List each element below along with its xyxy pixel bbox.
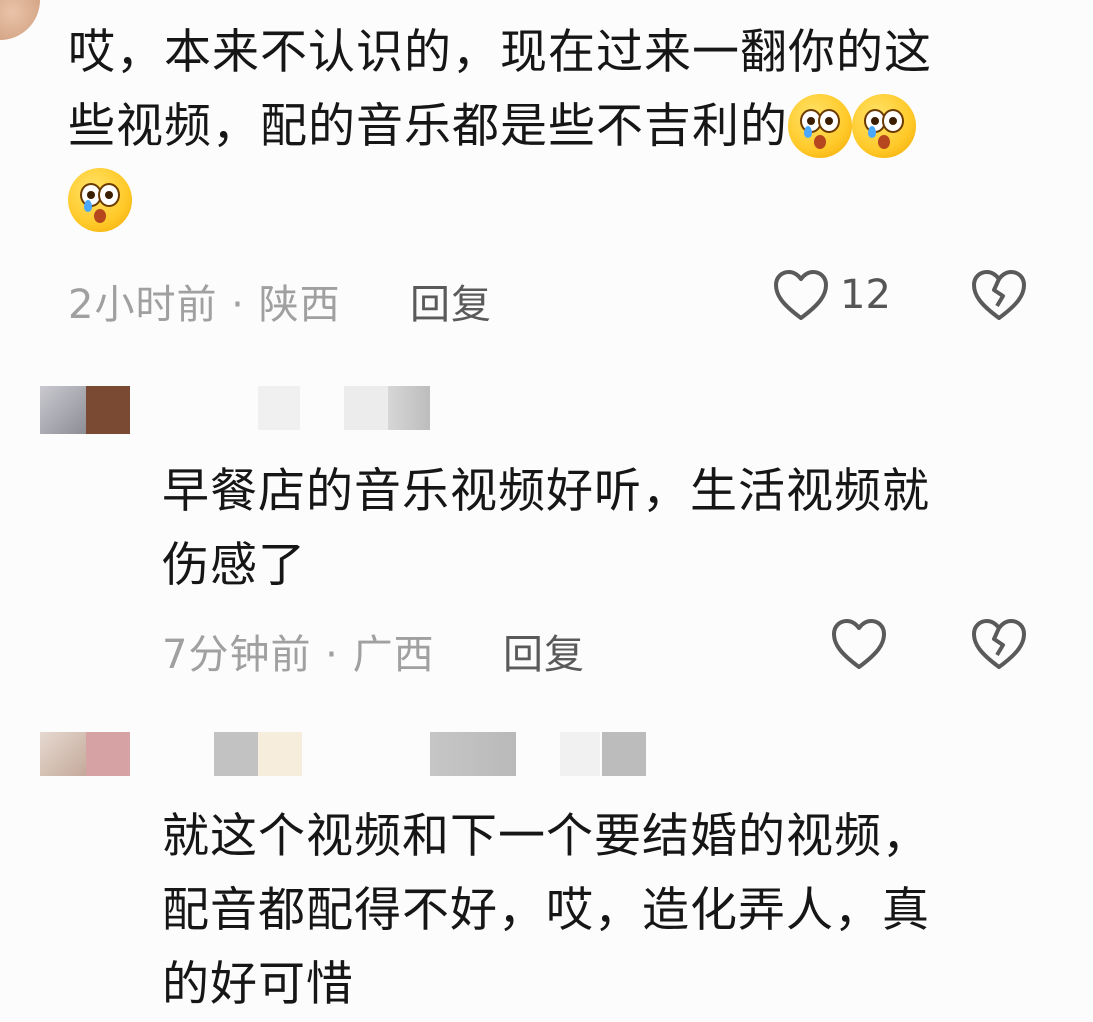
comment-line: 的好可惜 — [162, 957, 354, 1012]
comment-text: 哎，本来不认识的，现在过来一翻你的这 些视频，配的音乐都是些不吉利的 — [68, 16, 1028, 238]
location: 广西 — [352, 632, 435, 678]
username[interactable] — [258, 386, 430, 430]
comment-line: 伤感了 — [162, 538, 306, 593]
comment-text: 早餐店的音乐视频好听，生活视频就 伤感了 — [162, 455, 1042, 603]
heart-icon — [774, 270, 828, 320]
like-button[interactable] — [830, 617, 888, 673]
comment-line: 些视频，配的音乐都是些不吉利的 — [68, 90, 1028, 164]
like-count: 12 — [840, 272, 891, 318]
comment-line: 哎，本来不认识的，现在过来一翻你的这 — [68, 25, 932, 80]
avatar[interactable] — [40, 732, 130, 776]
comment-meta: 2小时前 · 陕西 — [68, 272, 341, 330]
avatar[interactable] — [40, 386, 130, 434]
comment-line: 早餐店的音乐视频好听，生活视频就 — [162, 464, 930, 519]
heart-icon — [832, 619, 886, 669]
username[interactable] — [214, 732, 646, 776]
broken-heart-icon — [972, 270, 1026, 320]
comment-line: 就这个视频和下一个要结婚的视频， — [162, 809, 930, 864]
cold-sweat-tear-emoji-icon — [852, 93, 916, 158]
timestamp: 7分钟前 — [162, 632, 312, 678]
avatar[interactable] — [0, 0, 40, 40]
cold-sweat-tear-emoji-icon — [788, 93, 852, 158]
comment-line: 配音都配得不好，哎，造化弄人，真 — [162, 883, 930, 938]
timestamp: 2小时前 — [68, 282, 218, 328]
comment-meta: 7分钟前 · 广西 — [162, 622, 435, 680]
broken-heart-icon — [972, 619, 1026, 669]
reply-button[interactable]: 回复 — [410, 272, 492, 330]
separator: · — [217, 282, 259, 328]
like-button[interactable] — [772, 268, 830, 324]
cold-sweat-tear-emoji-icon — [68, 167, 132, 232]
dislike-button[interactable] — [970, 617, 1028, 673]
reply-button[interactable]: 回复 — [503, 622, 585, 680]
comment-line — [68, 164, 1028, 238]
dislike-button[interactable] — [970, 268, 1028, 324]
location: 陕西 — [258, 282, 341, 328]
comment-text: 就这个视频和下一个要结婚的视频， 配音都配得不好，哎，造化弄人，真 的好可惜 — [162, 800, 1062, 1022]
separator: · — [311, 632, 353, 678]
